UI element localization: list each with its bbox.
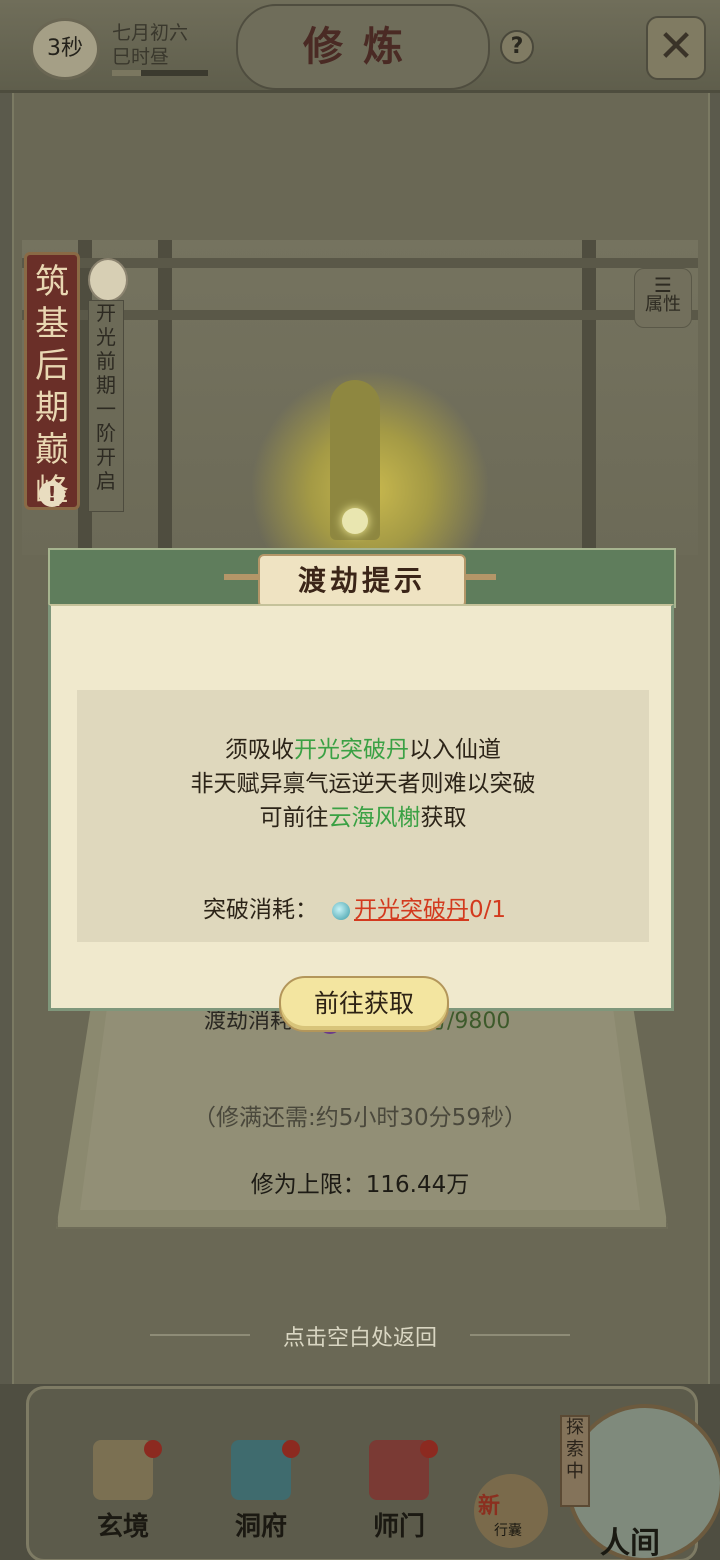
- breakthrough-cost: 突破消耗： 开光突破丹0/1: [203, 890, 506, 924]
- notification-dot: [282, 1440, 300, 1458]
- top-bar: 3秒 七月初六 巳时昼 修炼 ? ✕: [0, 0, 720, 93]
- attributes-label: 属性: [645, 294, 681, 315]
- nav-label: 玄境: [96, 1512, 149, 1542]
- dialog-body: 须吸收开光突破丹以入仙道 非天赋异禀气运逆天者则难以突破 可前往云海风榭获取 突…: [48, 604, 674, 1032]
- inventory-label: 行囊: [494, 1523, 522, 1539]
- message-text: 获取: [420, 805, 467, 831]
- stage-note: 开光前期一阶开启: [88, 300, 124, 512]
- nav-shimen[interactable]: 师门: [354, 1440, 444, 1550]
- time-of-day: 巳时昼: [112, 46, 170, 68]
- close-icon: ✕: [657, 21, 695, 72]
- message-line-3: 可前往云海风榭获取: [77, 798, 649, 832]
- ornament-left: [224, 574, 258, 580]
- realm-banner[interactable]: 筑基后期巅峰 !: [24, 252, 80, 512]
- message-text: 可前往: [259, 805, 329, 831]
- realm-name: 筑基后期巅峰: [35, 262, 69, 512]
- help-button[interactable]: ?: [500, 30, 534, 64]
- nav-label: 洞府: [234, 1512, 287, 1542]
- ornament-right: [462, 574, 496, 580]
- inventory-button[interactable]: 新 行囊: [474, 1474, 548, 1548]
- message-text: 须吸收: [225, 737, 294, 763]
- breakthrough-cost-label: 突破消耗：: [203, 897, 318, 923]
- nav-xuanjing[interactable]: 玄境: [78, 1440, 168, 1550]
- page-title: 修炼: [236, 4, 490, 90]
- exploring-tag: 探索中: [560, 1415, 590, 1507]
- cultivation-cap: 修为上限：116.44万: [250, 1172, 470, 1198]
- dialog-title: 渡劫提示: [258, 554, 466, 608]
- breakthrough-item-link[interactable]: 开光突破丹: [354, 897, 469, 923]
- day-progress-bar: [112, 70, 208, 76]
- tap-to-return[interactable]: 点击空白处返回: [0, 1320, 720, 1352]
- remaining-time: （修满还需:约5小时30分59秒）: [193, 1105, 527, 1131]
- spirit-orb: [342, 508, 368, 534]
- highlight-location: 云海风榭: [328, 805, 421, 831]
- attributes-button[interactable]: ☰ 属性: [634, 268, 692, 328]
- notification-dot: [144, 1440, 162, 1458]
- highlight-item: 开光突破丹: [294, 737, 409, 763]
- close-button[interactable]: ✕: [646, 16, 706, 80]
- nav-dongfu[interactable]: 洞府: [216, 1440, 306, 1550]
- scroll-icon: ☰: [654, 273, 672, 297]
- cultivation-screen[interactable]: 筑基后期巅峰 ! 开光前期一阶开启 ☰ 属性 渡劫消耗：修为3.2万/9800 …: [0, 0, 720, 1560]
- stage-badge: [88, 258, 128, 302]
- notification-dot: [420, 1440, 438, 1458]
- tribulation-dialog[interactable]: 渡劫提示 须吸收开光突破丹以入仙道 非天赋异禀气运逆天者则难以突破 可前往云海风…: [48, 548, 676, 1032]
- message-line-1: 须吸收开光突破丹以入仙道: [77, 730, 649, 764]
- new-badge: 新: [478, 1494, 501, 1519]
- date-line: 七月初六: [112, 22, 189, 44]
- message-text: 以入仙道: [409, 737, 501, 763]
- go-obtain-button[interactable]: 前往获取: [279, 976, 449, 1032]
- pill-icon: [332, 901, 350, 920]
- dialog-message-box: 须吸收开光突破丹以入仙道 非天赋异禀气运逆天者则难以突破 可前往云海风榭获取 突…: [77, 690, 649, 942]
- breakthrough-item-count: 0/1: [469, 897, 507, 923]
- message-line-2: 非天赋异禀气运逆天者则难以突破: [190, 771, 536, 797]
- nav-label: 师门: [372, 1512, 425, 1542]
- world-label: 人间: [600, 1526, 660, 1560]
- timer-badge[interactable]: 3秒: [30, 18, 100, 80]
- alert-icon: !: [39, 481, 65, 507]
